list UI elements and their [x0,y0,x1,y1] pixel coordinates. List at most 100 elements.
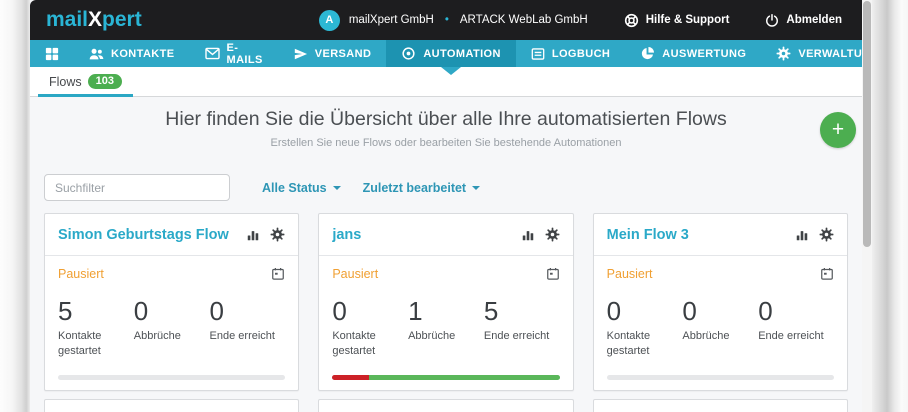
main-navbar: KONTAKTE E-MAILS VERSAND AUTOMATION LOGB… [30,40,862,67]
stat-label: Abbrüche [682,329,754,344]
stat-value: 0 [758,296,834,326]
target-icon [401,46,416,61]
flow-card: Mein Flow 3 Pausiert 0Kontakte gestartet [593,213,848,391]
nav-item-dashboard[interactable] [30,40,74,67]
dashboard-grid-icon [45,47,59,61]
progress-green-segment [369,375,560,380]
stat-label: Abbrüche [134,329,206,344]
flow-card-actions [246,227,285,242]
gear-icon [776,46,791,61]
lifering-icon [624,13,639,28]
stat-label: Kontakte gestartet [58,329,130,360]
pie-chart-icon [640,46,655,61]
flows-overview: + Hier finden Sie die Übersicht über all… [30,97,862,412]
calendar-icon[interactable] [271,267,285,281]
logo-part-x: X [88,8,102,31]
status-badge: Pausiert [607,267,653,281]
calendar-icon[interactable] [546,267,560,281]
logo-part-mail: mail [46,8,88,31]
help-support-label: Hilfe & Support [646,14,730,26]
bar-chart-icon[interactable] [795,228,809,242]
stat-kontakte-gestartet: 0Kontakte gestartet [607,296,683,360]
nav-item-emails[interactable]: E-MAILS [190,40,278,67]
sort-filter-label: Zuletzt bearbeitet [363,181,467,195]
nav-label-logbuch: LOGBUCH [552,48,610,60]
nav-item-versand[interactable]: VERSAND [278,40,387,67]
flow-progress-bar [607,375,834,380]
search-input[interactable] [44,174,230,201]
status-row: Pausiert [607,267,834,281]
status-row: Pausiert [58,267,285,281]
active-tab-notch [441,67,461,75]
topbar: mailXpert A mailXpert GmbH • ARTACK WebL… [30,0,862,40]
chevron-down-icon [472,186,480,190]
stat-value: 0 [134,296,210,326]
stat-label: Ende erreicht [758,329,830,344]
gear-icon[interactable] [270,227,285,242]
stat-abbrueche: 0 Abbrüche [682,296,758,360]
scrollbar-thumb[interactable] [863,1,871,247]
flow-card-header: Mein Flow 3 [594,214,847,256]
gear-icon[interactable] [545,227,560,242]
tab-flows-label: Flows [49,75,82,89]
stat-ende-erreicht: 0 Ende erreicht [758,296,834,360]
bar-chart-icon[interactable] [246,228,260,242]
help-support-button[interactable]: Hilfe & Support [624,13,730,28]
flow-card: Simon Geburtstags Flow Pausiert 5Kontakt [44,213,299,391]
window-right-edge [872,0,908,412]
logout-label: Abmelden [786,14,842,26]
chevron-down-icon [333,186,341,190]
avatar[interactable]: A [319,10,340,31]
stat-value: 0 [682,296,758,326]
sort-filter-dropdown[interactable]: Zuletzt bearbeitet [363,181,481,195]
flow-progress-bar [332,375,559,380]
nav-item-auswertung[interactable]: AUSWERTUNG [625,40,761,67]
flow-title-link[interactable]: Mein Flow 3 [607,227,795,243]
app-window: mailXpert A mailXpert GmbH • ARTACK WebL… [0,0,908,412]
logout-button[interactable]: Abmelden [765,13,842,28]
page-title: Hier finden Sie die Übersicht über alle … [44,106,848,132]
nav-item-automation[interactable]: AUTOMATION [386,40,516,67]
status-badge: Pausiert [332,267,378,281]
stat-label: Ende erreicht [484,329,556,344]
logo-part-pert: pert [102,8,142,31]
contacts-people-icon [89,47,104,61]
bar-chart-icon[interactable] [521,228,535,242]
mailxpert-logo[interactable]: mailXpert [46,8,142,32]
status-badge: Pausiert [58,267,104,281]
flow-cards-row: Simon Geburtstags Flow Pausiert 5Kontakt [44,213,848,391]
flow-progress-bar [58,375,285,380]
flows-count-badge: 103 [88,74,122,89]
stat-label: Abbrüche [408,329,480,344]
stat-ende-erreicht: 5Ende erreicht [484,296,560,360]
account-org: ARTACK WebLab GmbH [460,14,588,26]
stat-label: Kontakte gestartet [607,329,679,360]
flow-card-header: Simon Geburtstags Flow [45,214,298,256]
flow-card-partial [318,399,573,412]
flow-title-link[interactable]: jans [332,227,520,243]
flow-card-body: Pausiert 5Kontakte gestartet 0Abbrüche 0… [45,256,298,360]
nav-label-emails: E-MAILS [227,42,263,66]
status-filter-dropdown[interactable]: Alle Status [262,181,341,195]
nav-label-versand: VERSAND [315,48,372,60]
next-row-cards [44,399,848,412]
flow-card-header: jans [319,214,572,256]
account-menu[interactable]: A mailXpert GmbH • ARTACK WebLab GmbH [319,10,588,31]
stat-ende-erreicht: 0Ende erreicht [210,296,286,360]
stat-abbrueche: 0 Abbrüche [134,296,210,360]
gear-icon[interactable] [819,227,834,242]
flow-title-link[interactable]: Simon Geburtstags Flow [58,227,246,243]
window-left-edge [0,0,30,412]
scrollbar-track[interactable] [862,0,872,412]
tab-flows[interactable]: Flows 103 [38,67,133,96]
nav-item-logbuch[interactable]: LOGBUCH [516,40,625,67]
add-flow-button[interactable]: + [820,112,856,148]
nav-item-kontakte[interactable]: KONTAKTE [74,40,190,67]
flow-card-partial [593,399,848,412]
flow-stats: 0Kontakte gestartet 0Abbrüche 0Ende erre… [607,296,834,360]
flow-card-body: Pausiert 0Kontakte gestartet 1Abbrüche 5… [319,256,572,360]
nav-label-kontakte: KONTAKTE [111,48,175,60]
calendar-icon[interactable] [820,267,834,281]
flow-card-body: Pausiert 0Kontakte gestartet 0Abbrüche 0… [594,256,847,360]
flow-stats: 0Kontakte gestartet 1Abbrüche 5Ende erre… [332,296,559,360]
